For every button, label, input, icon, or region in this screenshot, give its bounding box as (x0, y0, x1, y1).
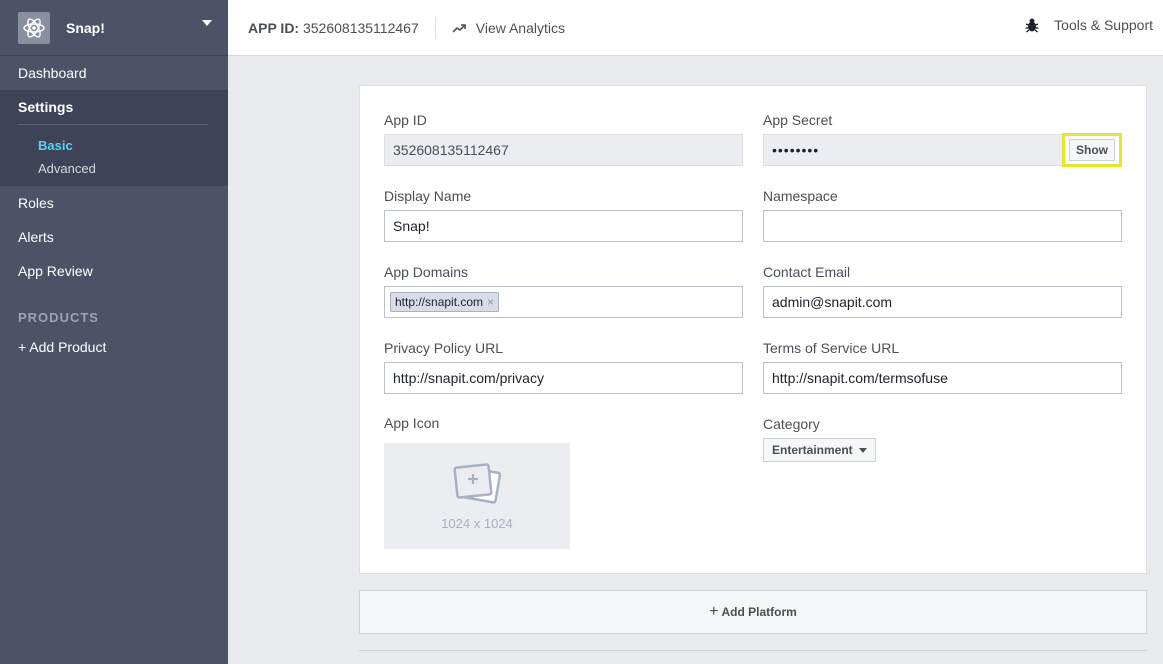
add-product-link[interactable]: + Add Product (0, 330, 228, 364)
app-switcher[interactable]: Snap! (0, 0, 228, 56)
category-label: Category (763, 416, 820, 432)
view-analytics-label: View Analytics (475, 19, 565, 36)
category-select[interactable]: Entertainment (763, 438, 876, 462)
add-platform-button[interactable]: + Add Platform (359, 590, 1147, 634)
app-domains-input[interactable]: http://snapit.com × (384, 286, 743, 318)
sidebar-subitem-advanced[interactable]: Advanced (0, 157, 228, 180)
tools-support-link[interactable]: Tools & Support (1024, 17, 1153, 33)
sidebar-item-dashboard[interactable]: Dashboard (0, 56, 228, 90)
sidebar-item-roles[interactable]: Roles (0, 186, 228, 220)
contact-email-label: Contact Email (763, 264, 851, 280)
settings-section: Settings Basic Advanced (0, 90, 228, 186)
privacy-url-input[interactable]: http://snapit.com/privacy (384, 362, 743, 394)
sidebar-item-app-review[interactable]: App Review (0, 254, 228, 288)
divider (434, 16, 436, 39)
contact-email-input[interactable]: admin@snapit.com (763, 286, 1122, 318)
app-id-label: APP ID: (248, 19, 300, 36)
sidebar-item-settings[interactable]: Settings (0, 90, 228, 124)
sidebar-item-alerts[interactable]: Alerts (0, 220, 228, 254)
products-label: PRODUCTS (18, 310, 99, 325)
view-analytics-link[interactable]: View Analytics (452, 20, 565, 36)
remove-token-icon[interactable]: × (487, 295, 494, 309)
basic-settings-panel: App ID 352608135112467 App Secret ••••••… (359, 85, 1147, 574)
display-name-label: Display Name (384, 188, 472, 204)
add-platform-label: Add Platform (721, 605, 797, 619)
app-icon-label: App Icon (384, 415, 440, 431)
sidebar-subitem-basic[interactable]: Basic (0, 134, 228, 157)
caret-down-icon (858, 447, 867, 453)
app-id-field-label: App ID (384, 112, 427, 128)
namespace-label: Namespace (763, 188, 838, 204)
tools-support-label: Tools & Support (1054, 17, 1153, 33)
category-value: Entertainment (772, 443, 853, 457)
app-secret-label: App Secret (763, 112, 833, 128)
app-icon-upload[interactable]: 1024 x 1024 (384, 443, 570, 549)
app-id-display: APP ID: 352608135112467 (248, 20, 419, 36)
bug-icon (1025, 18, 1039, 33)
app-name: Snap! (66, 19, 105, 36)
tos-url-label: Terms of Service URL (763, 340, 900, 356)
plus-icon: + (709, 603, 719, 620)
display-name-input[interactable]: Snap! (384, 210, 743, 242)
sidebar: Snap! Dashboard Settings Basic Advanced … (0, 0, 228, 664)
atom-icon (18, 11, 50, 44)
icon-size-hint: 1024 x 1024 (441, 515, 513, 531)
show-secret-button[interactable]: Show (1069, 139, 1115, 161)
caret-down-icon[interactable] (202, 20, 212, 26)
namespace-input[interactable] (763, 210, 1122, 242)
domain-token: http://snapit.com × (390, 292, 500, 312)
top-bar: APP ID: 352608135112467 View Analytics T… (228, 0, 1163, 56)
app-secret-masked: •••••••• (772, 142, 820, 158)
add-image-icon (453, 462, 502, 504)
privacy-url-label: Privacy Policy URL (384, 340, 504, 356)
tos-url-input[interactable]: http://snapit.com/termsofuse (763, 362, 1122, 394)
app-id-field: 352608135112467 (384, 134, 743, 166)
app-id-value: 352608135112467 (302, 19, 419, 36)
trend-up-icon (452, 23, 466, 33)
show-button-highlight: Show (1062, 133, 1122, 167)
divider (359, 650, 1147, 651)
domain-token-text: http://snapit.com (395, 295, 484, 309)
app-domains-label: App Domains (384, 264, 469, 280)
